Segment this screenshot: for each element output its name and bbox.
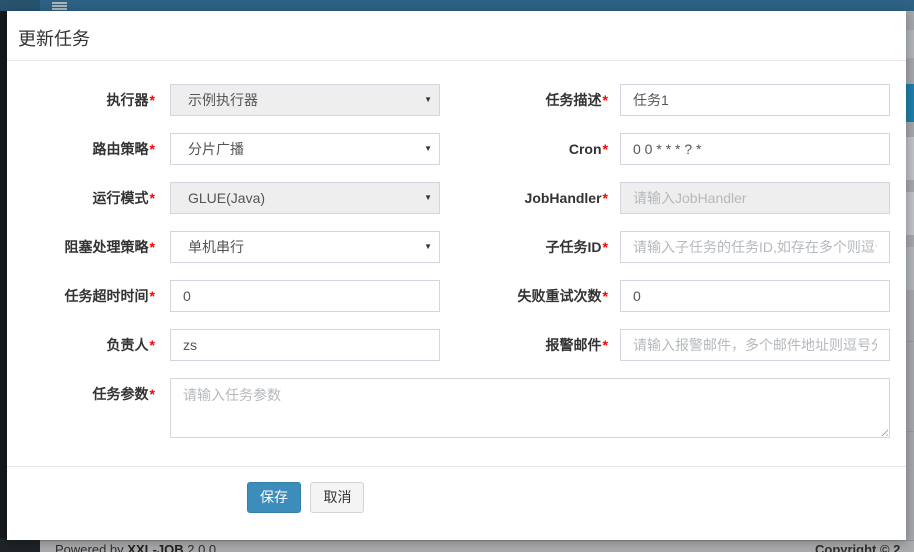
app-sidebar-dimmed bbox=[0, 11, 7, 540]
fail-retry-field bbox=[620, 280, 890, 312]
glue-type-select: GLUE(Java) ▼ bbox=[170, 182, 440, 214]
child-jobid-field bbox=[620, 231, 890, 263]
executor-select: 示例执行器 ▼ bbox=[170, 84, 440, 116]
job-handler-field bbox=[620, 182, 890, 214]
form-row: 运行模式* GLUE(Java) ▼ JobHandler* bbox=[7, 182, 906, 214]
author-input[interactable] bbox=[171, 330, 439, 360]
footer-copyright: Copyright © 2 bbox=[815, 542, 900, 552]
alarm-email-input[interactable] bbox=[621, 330, 889, 360]
modal-title: 更新任务 bbox=[18, 25, 90, 51]
field-label-job-desc: 任务描述* bbox=[427, 84, 608, 116]
form-row: 任务参数* bbox=[7, 378, 906, 438]
job-param-field bbox=[170, 378, 890, 438]
background-panel-fragment bbox=[906, 247, 914, 290]
job-handler-input bbox=[621, 183, 889, 213]
update-task-modal: 更新任务 执行器* 示例执行器 ▼ 任务描述* 路由策略* 分片广播 ▼ Cro… bbox=[7, 11, 906, 540]
divider bbox=[7, 60, 906, 61]
field-label-job-handler: JobHandler* bbox=[427, 182, 608, 214]
field-label-alarm-email: 报警邮件* bbox=[427, 329, 608, 361]
app-sidebar-bottom-dimmed bbox=[0, 538, 40, 552]
footer-powered-by: Powered by XXL-JOB 2.0.0 bbox=[55, 542, 216, 552]
save-button[interactable]: 保存 bbox=[247, 482, 301, 513]
form-row: 负责人* 报警邮件* bbox=[7, 329, 906, 361]
app-logo bbox=[0, 0, 40, 11]
cron-input[interactable] bbox=[621, 134, 889, 164]
field-label-fail-retry: 失败重试次数* bbox=[427, 280, 608, 312]
timeout-input[interactable] bbox=[171, 281, 439, 311]
divider bbox=[7, 466, 906, 467]
app-header bbox=[0, 0, 914, 11]
cron-field bbox=[620, 133, 890, 165]
field-label-block-strategy: 阻塞处理策略* bbox=[7, 231, 155, 263]
field-label-job-param: 任务参数* bbox=[7, 378, 155, 410]
block-strategy-select[interactable]: 单机串行 ▼ bbox=[170, 231, 440, 263]
form-row: 执行器* 示例执行器 ▼ 任务描述* bbox=[7, 84, 906, 116]
timeout-field bbox=[170, 280, 440, 312]
app-footer: Powered by XXL-JOB 2.0.0 Copyright © 2 bbox=[40, 540, 914, 552]
job-desc-input[interactable] bbox=[621, 85, 889, 115]
form-row: 任务超时时间* 失败重试次数* bbox=[7, 280, 906, 312]
job-desc-field bbox=[620, 84, 890, 116]
background-panel-fragment bbox=[906, 30, 914, 58]
route-strategy-select[interactable]: 分片广播 ▼ bbox=[170, 133, 440, 165]
form-row: 路由策略* 分片广播 ▼ Cron* bbox=[7, 133, 906, 165]
child-jobid-input[interactable] bbox=[621, 232, 889, 262]
background-panel-fragment bbox=[906, 137, 914, 180]
field-label-route-strategy: 路由策略* bbox=[7, 133, 155, 165]
form-row: 阻塞处理策略* 单机串行 ▼ 子任务ID* bbox=[7, 231, 906, 263]
button-row: 保存 取消 bbox=[247, 482, 364, 513]
field-label-glue-type: 运行模式* bbox=[7, 182, 155, 214]
cancel-button[interactable]: 取消 bbox=[310, 482, 364, 513]
field-label-timeout: 任务超时时间* bbox=[7, 280, 155, 312]
field-label-executor: 执行器* bbox=[7, 84, 155, 116]
background-panel-fragment bbox=[906, 192, 914, 235]
fail-retry-input[interactable] bbox=[621, 281, 889, 311]
hamburger-icon[interactable] bbox=[52, 2, 67, 10]
author-field bbox=[170, 329, 440, 361]
field-label-child-jobid: 子任务ID* bbox=[427, 231, 608, 263]
screen: Powered by XXL-JOB 2.0.0 Copyright © 2 更… bbox=[0, 0, 914, 552]
field-label-cron: Cron* bbox=[427, 133, 608, 165]
job-param-textarea[interactable] bbox=[171, 379, 889, 437]
divider bbox=[906, 431, 914, 432]
field-label-author: 负责人* bbox=[7, 329, 155, 361]
divider bbox=[906, 341, 914, 342]
alarm-email-field bbox=[620, 329, 890, 361]
background-button-fragment bbox=[906, 84, 914, 122]
background-page-edge bbox=[906, 11, 914, 540]
